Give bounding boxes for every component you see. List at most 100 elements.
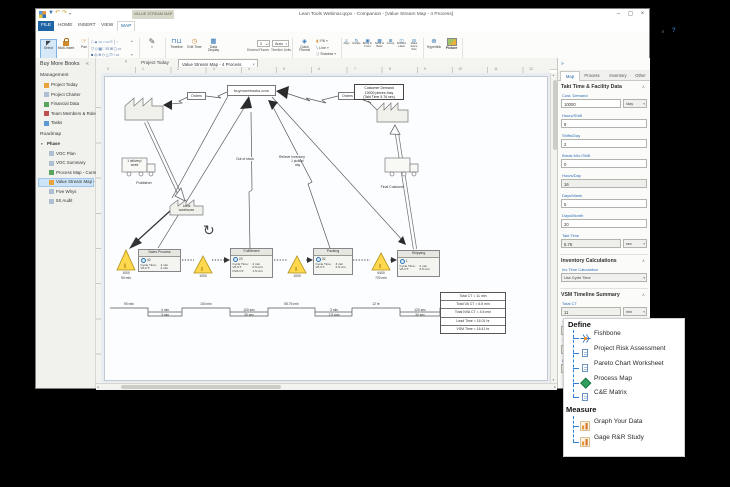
timeline-summary-box[interactable]: Total CT = 11 min Total VA CT = 6.5 min … — [440, 292, 506, 334]
hyperlink-button[interactable]: ⊕ Hyperlink — [426, 38, 442, 49]
sidebar-item-5s-audit[interactable]: 5S Audit — [56, 197, 72, 205]
picture-button[interactable]: Picture — [443, 38, 460, 51]
panel-tab-map[interactable]: Map — [560, 71, 580, 81]
connector-button[interactable]: ✎ ▾ — [143, 38, 161, 49]
save-icon[interactable]: ▼ — [48, 10, 54, 17]
cust-demand-input[interactable]: 10000 — [561, 99, 621, 108]
edit-time-button[interactable]: ◷ Edit Time — [186, 38, 203, 49]
doc-tab-close-icon[interactable]: × — [252, 62, 255, 67]
inventory-triangle-2[interactable] — [194, 256, 212, 273]
send-to-back-button[interactable]: ▩ Send to Back — [374, 38, 385, 49]
customer-demand-box[interactable]: Customer Demand 10000 pieces /day (Takt … — [354, 84, 404, 100]
close-button[interactable]: × — [637, 10, 648, 19]
sidebar-item-voc-plan[interactable]: VOC Plan — [56, 150, 76, 158]
flyout-item-pareto-chart-worksheet[interactable]: Pareto Chart Worksheet — [594, 359, 664, 369]
circular-flow-icon[interactable]: ↻ — [203, 222, 215, 239]
sidebar-item-voc-summary[interactable]: VOC Summary — [56, 159, 86, 167]
sidebar-item-phase[interactable]: Phase — [47, 140, 60, 148]
flyout-item-graph-your-data[interactable]: Graph Your Data — [594, 417, 642, 427]
doc-tabs-back-icon[interactable]: ‹ — [125, 59, 127, 65]
vsm-collapse-icon[interactable]: ∧ — [642, 292, 645, 297]
panel-tab-inventory[interactable]: Inventory — [605, 71, 631, 80]
qat-more-icon[interactable]: ▾ — [69, 11, 71, 16]
inventory-collapse-icon[interactable]: ∧ — [642, 258, 645, 263]
inventory-triangle-3[interactable] — [288, 256, 306, 273]
publisher-factory-shape[interactable] — [125, 98, 163, 120]
position-label-button[interactable]: ◫ Position Label — [396, 38, 407, 49]
takt-time-unit-select[interactable]: sec▾ — [623, 239, 647, 248]
takt-collapse-icon[interactable]: ∧ — [642, 84, 645, 89]
hub-box[interactable]: buymorebooks.com — [227, 85, 276, 96]
undo-icon[interactable]: ↶ — [55, 10, 60, 17]
process-packing[interactable]: Packing 32 Cycle Time:3 min VA CT:2.5 mi… — [313, 248, 353, 275]
sidebar-item-financial-data[interactable]: Financial Data — [51, 100, 79, 108]
process-sales[interactable]: Sales Process 42 Cycle Time:4 min VA CT:… — [138, 249, 181, 272]
inventory-triangle-1[interactable] — [117, 250, 135, 270]
redo-icon[interactable]: ↷ — [62, 10, 67, 17]
shapes-palette-row1[interactable]: □▲▭○▭≡│▫ — [91, 39, 129, 44]
hscroll-thumb[interactable] — [121, 385, 281, 389]
shapes-scroll-up-icon[interactable]: ▴ — [131, 39, 133, 44]
align-button[interactable]: ≡ Align — [342, 38, 351, 46]
cust-demand-unit-select[interactable]: /day▾ — [623, 99, 647, 108]
hscroll-left-icon[interactable]: ◂ — [97, 385, 99, 390]
multi-insert-button[interactable]: Multi-Insert — [56, 38, 76, 50]
make-same-size-button[interactable]: ⊟ Make Same Size — [408, 38, 420, 52]
flyout-item-process-map[interactable]: Process Map — [594, 374, 632, 384]
flyout-item-ce-matrix[interactable]: C&E Matrix — [594, 388, 627, 398]
canvas-hscrollbar[interactable]: ◂ ▸ — [96, 383, 557, 390]
spinner-arrows-icon[interactable]: ▴▾ — [266, 41, 269, 48]
flyout-item-fishbone[interactable]: Fishbone — [594, 329, 621, 339]
tab-file[interactable]: FILE — [38, 21, 54, 31]
process-fulfillment[interactable]: Fulfillment 20 Cycle Time:2 min VA CT:0.… — [230, 248, 273, 278]
sidebar-collapse-icon[interactable]: « — [86, 61, 89, 67]
panel-tab-other[interactable]: Other — [632, 71, 649, 80]
operator-icon — [233, 257, 238, 262]
total-ct-unit-select[interactable]: min▾ — [623, 307, 647, 316]
sidebar-item-tasks[interactable]: Tasks — [51, 119, 62, 127]
line-button[interactable]: ╲ Line ▾ — [316, 46, 329, 50]
phase-expand-icon[interactable]: ▾ — [41, 142, 43, 146]
flyout-item-project-risk-assessment[interactable]: Project Risk Assessment — [594, 344, 666, 354]
shifts-day-input[interactable]: 2 — [561, 139, 647, 148]
timeline-button[interactable]: ⊓⊔ Timeline — [168, 38, 185, 49]
days-week-input[interactable]: 5 — [561, 199, 647, 208]
minimize-button[interactable]: – — [613, 10, 624, 19]
flyout-item-gage-rr-study[interactable]: Gage R&R Study — [594, 433, 644, 443]
sidebar-item-five-whys[interactable]: Five Whys — [56, 188, 77, 196]
rotate-button[interactable]: ↻ Rotate — [352, 38, 361, 46]
hscroll-right-icon[interactable]: ▸ — [554, 385, 556, 390]
help-icon[interactable]: ? — [672, 28, 676, 34]
tab-insert[interactable]: INSERT — [75, 21, 99, 31]
restore-button[interactable]: ▢ — [625, 10, 636, 19]
fill-button[interactable]: ◧ Fill ▾ — [316, 39, 328, 43]
tab-view[interactable]: VIEW — [98, 21, 116, 31]
group-button[interactable]: ⊞ Group — [386, 38, 395, 46]
hours-shift-input[interactable]: 8 — [561, 119, 647, 128]
bring-to-front-button[interactable]: ▣ Bring to Front — [362, 38, 373, 49]
shadow-button[interactable]: ❏ Shadow ▾ — [316, 52, 336, 56]
inventory-triangle-4[interactable] — [372, 253, 390, 270]
final-customer-factory-shape[interactable] — [377, 103, 408, 122]
process-shipping[interactable]: Shipping 1 Cycle Time:2 min VA CT:0.5 mi… — [397, 250, 440, 277]
doc-tab-project-today[interactable]: Project Today — [134, 60, 176, 65]
orders-box-left[interactable]: Orders — [187, 92, 206, 100]
vscroll-up-icon[interactable]: ▴ — [553, 73, 555, 78]
shapes-palette-row2[interactable]: ▽◇▦□⊟⊞◻▭ — [91, 46, 129, 51]
sidebar-item-team-members[interactable]: Team Members & Roles — [51, 110, 98, 118]
data-display-button[interactable]: ▦ Data Display — [204, 38, 223, 53]
inv-time-calc-select[interactable]: Use Cycle Time▾ — [561, 273, 647, 282]
ribbon-collapse-icon[interactable]: ∧ — [661, 29, 665, 35]
break-min-input[interactable]: 0 — [561, 159, 647, 168]
panel-tab-process[interactable]: Process — [580, 71, 604, 80]
tab-home[interactable]: HOME — [55, 21, 75, 31]
vscroll-thumb[interactable] — [553, 80, 557, 150]
sidebar-item-project-today[interactable]: Project Today — [51, 81, 78, 89]
days-month-input[interactable]: 20 — [561, 219, 647, 228]
timeline-units-select[interactable]: Auto ▾ — [272, 40, 289, 47]
quick-format-button[interactable]: ◈ Quick Format — [295, 38, 314, 53]
shapes-palette-row3[interactable]: ■◎⊕◇△⊓↑▭ — [91, 52, 129, 57]
sidebar-item-project-charter[interactable]: Project Charter — [51, 91, 81, 99]
decimal-places-spinner[interactable]: 2 ▴▾ — [257, 40, 270, 47]
panel-expand-icon[interactable]: » — [561, 61, 564, 67]
